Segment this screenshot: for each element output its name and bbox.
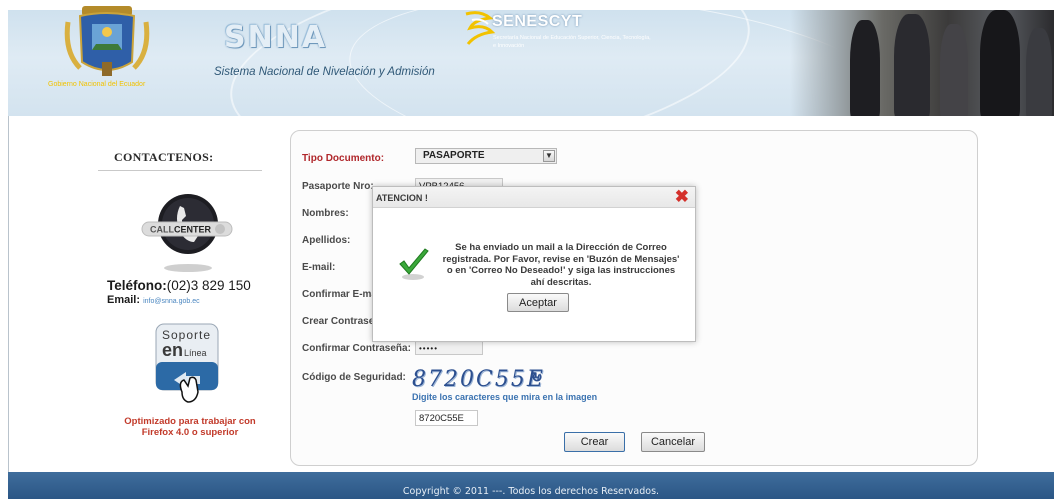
pasaporte-label: Pasaporte Nro: — [302, 181, 374, 192]
email-link[interactable]: info@snna.gob.ec — [143, 298, 200, 305]
svg-text:CENTER: CENTER — [174, 225, 212, 235]
crear-button[interactable]: Crear — [564, 432, 625, 452]
dialog-header: ATENCION ! ✖ — [373, 187, 695, 208]
optimized-line2: Firefox 4.0 o superior — [141, 427, 239, 438]
email-field-label: E-mail: — [302, 262, 336, 273]
optimized-note: Optimizado para trabajar con Firefox 4.0… — [96, 416, 284, 438]
email-line: Email: info@snna.gob.ec — [107, 294, 200, 306]
snna-logo: SNNA — [224, 20, 328, 55]
soporte-linea-text: Línea — [184, 348, 207, 358]
senescyt-logo-icon — [465, 11, 496, 45]
phone-value: (02)3 829 150 — [166, 278, 251, 293]
tipo-documento-value: PASAPORTE — [423, 150, 485, 161]
dialog-message: Se ha enviado un mail a la Dirección de … — [442, 242, 680, 288]
apellidos-label: Apellidos: — [302, 235, 351, 246]
senescyt-description: Secretaría Nacional de Educación Superio… — [493, 35, 651, 49]
confirmar-contrasena-input[interactable]: ••••• — [415, 340, 483, 355]
phone-label: Teléfono: — [107, 278, 167, 293]
phone-line: Teléfono:(02)3 829 150 — [107, 278, 251, 293]
dialog-title: ATENCION ! — [376, 193, 428, 203]
students-photo — [790, 10, 1054, 116]
checkmark-icon — [399, 248, 429, 280]
svg-text:CALL: CALL — [150, 225, 174, 235]
captcha-refresh-icon[interactable]: ↻ — [531, 369, 543, 386]
aceptar-button[interactable]: Aceptar — [507, 293, 569, 312]
close-icon[interactable]: ✖ — [675, 188, 689, 205]
contact-title: CONTACTENOS: — [114, 150, 214, 164]
codigo-seguridad-label: Código de Seguridad: — [302, 372, 406, 383]
cancelar-button[interactable]: Cancelar — [641, 432, 705, 452]
ecuador-coat-of-arms-icon — [64, 6, 150, 76]
divider — [98, 170, 262, 171]
copyright-text: Copyright © 2011 ---. Todos los derechos… — [402, 486, 660, 497]
call-center-icon[interactable]: CALL CENTER — [140, 188, 240, 276]
dropdown-arrow-icon[interactable]: ▼ — [543, 150, 555, 162]
confirmar-contrasena-label: Confirmar Contraseña: — [302, 343, 411, 354]
captcha-hint: Digite los caracteres que mira en la ima… — [412, 392, 598, 402]
soporte-en-linea-button[interactable]: Soporte en Línea — [154, 322, 222, 406]
tipo-documento-select[interactable]: PASAPORTE ▼ — [415, 148, 557, 164]
atencion-dialog: ATENCION ! ✖ Se ha enviado un mail a la … — [372, 186, 696, 342]
senescyt-title: SENESCYT — [492, 13, 583, 30]
tipo-documento-label: Tipo Documento: — [302, 153, 385, 164]
footer: Copyright © 2011 ---. Todos los derechos… — [8, 472, 1054, 499]
captcha-image: 8720C55E — [412, 367, 545, 392]
snna-subtitle: Sistema Nacional de Nivelación y Admisió… — [214, 66, 435, 78]
optimized-line1: Optimizado para trabajar con — [124, 416, 256, 427]
soporte-en-text: en — [162, 340, 184, 360]
gobierno-label: Gobierno Nacional del Ecuador — [48, 81, 146, 88]
email-label: Email: — [107, 294, 141, 306]
nombres-label: Nombres: — [302, 208, 349, 219]
captcha-input[interactable]: 8720C55E — [415, 410, 478, 426]
